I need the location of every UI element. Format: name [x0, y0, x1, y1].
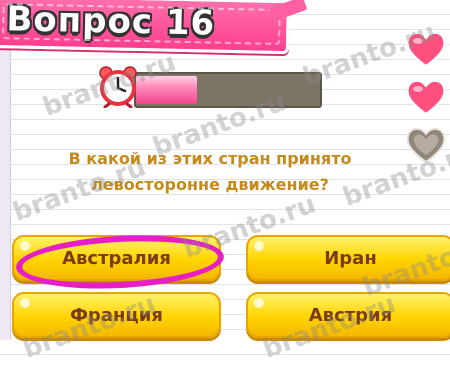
timer	[96, 64, 322, 112]
answer-button-3[interactable]: Франция	[12, 292, 221, 338]
question-line-2: левосторонне движение?	[91, 175, 329, 194]
answer-label: Иран	[324, 247, 377, 269]
lives	[406, 30, 446, 170]
question-title: Вопрос 16	[6, 0, 216, 44]
answer-button-2[interactable]: Иран	[246, 235, 450, 281]
answer-button-1[interactable]: Австралия	[12, 235, 221, 281]
heart-icon	[406, 30, 446, 68]
answer-label: Франция	[70, 304, 163, 326]
answer-label: Австрия	[308, 304, 393, 326]
timer-bar-track	[134, 72, 322, 108]
notebook-margin	[0, 0, 11, 340]
answer-label: Австралия	[62, 247, 171, 269]
question-text: В какой из этих стран принято левосторон…	[40, 146, 380, 198]
question-line-1: В какой из этих стран принято	[68, 149, 352, 168]
heart-empty-icon	[406, 126, 446, 164]
question-header: Вопрос 16	[0, 0, 290, 55]
timer-bar-fill	[136, 76, 197, 104]
alarm-clock-icon	[96, 64, 140, 109]
heart-icon	[406, 78, 446, 116]
answer-button-4[interactable]: Австрия	[246, 292, 450, 338]
